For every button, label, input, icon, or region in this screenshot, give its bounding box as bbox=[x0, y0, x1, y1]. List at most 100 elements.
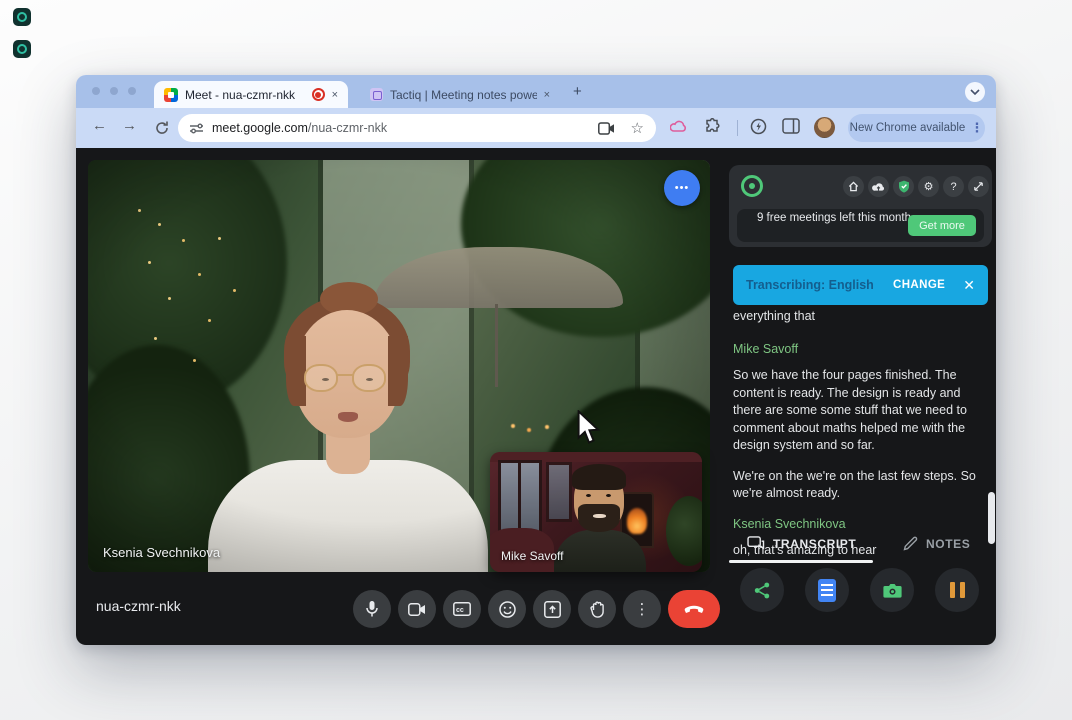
privacy-shield-button[interactable] bbox=[893, 176, 914, 197]
forward-button[interactable]: → bbox=[122, 117, 137, 134]
address-bar[interactable]: meet.google.com/nua-czmr-nkk ☆ bbox=[178, 114, 656, 142]
tactiq-extension-icon[interactable] bbox=[750, 118, 767, 135]
quota-card: 9 free meetings left this month Get more bbox=[737, 209, 984, 242]
back-button[interactable]: ← bbox=[92, 117, 107, 134]
chat-bubbles-icon bbox=[747, 536, 765, 551]
camera-icon bbox=[408, 603, 426, 616]
google-docs-icon bbox=[818, 579, 836, 602]
home-icon bbox=[848, 181, 859, 192]
home-button[interactable] bbox=[843, 176, 864, 197]
tab-notes[interactable]: NOTES bbox=[903, 536, 970, 551]
tactiq-header-card: ⚙ ? 9 free meetings left this month Get … bbox=[729, 165, 992, 247]
export-to-docs-button[interactable] bbox=[805, 568, 849, 612]
chrome-update-button[interactable]: New Chrome available ⋮ bbox=[848, 114, 985, 142]
tactiq-favicon-icon bbox=[370, 88, 383, 101]
tab-title: Tactiq | Meeting notes power bbox=[390, 88, 537, 102]
screenshot-button[interactable] bbox=[870, 568, 914, 612]
help-button[interactable]: ? bbox=[943, 176, 964, 197]
tactiq-sidebar: ⚙ ? 9 free meetings left this month Get … bbox=[725, 158, 996, 645]
reactions-button[interactable] bbox=[488, 590, 526, 628]
tab-tactiq[interactable]: Tactiq | Meeting notes power × bbox=[360, 81, 560, 108]
tactiq-chat-bubble-button[interactable]: ••• bbox=[664, 170, 700, 206]
app-glyph-icon bbox=[17, 44, 27, 54]
tab-meet[interactable]: Meet - nua-czmr-nkk × bbox=[154, 81, 348, 108]
screenshot-camera-icon bbox=[883, 583, 902, 598]
end-call-phone-icon bbox=[684, 605, 704, 614]
share-button[interactable] bbox=[740, 568, 784, 612]
reload-button[interactable] bbox=[154, 120, 170, 136]
pencil-icon bbox=[903, 536, 918, 551]
browser-menu-icon[interactable]: ⋮ bbox=[970, 120, 983, 136]
browser-toolbar: ← → meet.google.com/nua-czmr-nkk ☆ New C… bbox=[76, 108, 996, 148]
gear-icon: ⚙ bbox=[924, 180, 934, 193]
raise-hand-icon bbox=[590, 601, 605, 618]
pip-participant-mouth bbox=[593, 514, 606, 518]
url-path: /nua-czmr-nkk bbox=[308, 121, 387, 135]
room-window bbox=[498, 460, 542, 534]
close-banner-icon[interactable]: ✕ bbox=[963, 277, 975, 294]
tactiq-action-bar bbox=[725, 566, 996, 622]
pause-icon bbox=[950, 582, 965, 598]
share-icon bbox=[754, 582, 770, 599]
close-window-icon[interactable] bbox=[92, 87, 100, 95]
browser-window: Meet - nua-czmr-nkk × Tactiq | Meeting n… bbox=[76, 75, 996, 645]
pip-participant-hair bbox=[572, 464, 626, 490]
minimize-window-icon[interactable] bbox=[110, 87, 118, 95]
cloud-upload-icon bbox=[872, 182, 885, 192]
app-glyph-icon bbox=[17, 12, 27, 22]
captions-button[interactable]: cc bbox=[443, 590, 481, 628]
url-host: meet.google.com bbox=[212, 121, 308, 135]
raise-hand-button[interactable] bbox=[578, 590, 616, 628]
chevron-down-icon bbox=[970, 89, 980, 96]
question-mark-icon: ? bbox=[950, 181, 956, 193]
pip-video-tile[interactable]: Mike Savoff bbox=[490, 452, 702, 572]
microphone-button[interactable] bbox=[353, 590, 391, 628]
cloud-upload-button[interactable] bbox=[868, 176, 889, 197]
svg-text:cc: cc bbox=[456, 607, 464, 614]
mouse-cursor bbox=[576, 410, 602, 446]
more-options-button[interactable]: ⋮ bbox=[623, 590, 661, 628]
meet-page: ••• Ksenia Svechnikova Mike bbox=[76, 148, 996, 645]
camera-permission-icon[interactable] bbox=[598, 122, 615, 135]
site-settings-icon[interactable] bbox=[189, 121, 204, 136]
desktop-app-icon[interactable] bbox=[13, 40, 31, 58]
tab-transcript[interactable]: TRANSCRIPT bbox=[747, 536, 856, 551]
recording-indicator-icon bbox=[312, 88, 325, 101]
tab-transcript-label: TRANSCRIPT bbox=[773, 537, 856, 551]
update-label: New Chrome available bbox=[850, 122, 966, 134]
toolbar-divider bbox=[737, 120, 738, 136]
tab-search-chevron-button[interactable] bbox=[965, 82, 985, 102]
pip-participant-eye bbox=[606, 494, 611, 497]
tab-strip: Meet - nua-czmr-nkk × Tactiq | Meeting n… bbox=[76, 75, 996, 108]
maximize-window-icon[interactable] bbox=[128, 87, 136, 95]
tactiq-logo-icon bbox=[741, 175, 763, 197]
extension-pink-icon[interactable] bbox=[670, 119, 688, 134]
end-call-button[interactable] bbox=[668, 590, 720, 628]
profile-avatar[interactable] bbox=[814, 117, 835, 138]
participant-name-label: Ksenia Svechnikova bbox=[103, 545, 220, 560]
change-language-button[interactable]: CHANGE bbox=[893, 279, 945, 291]
url-text[interactable]: meet.google.com/nua-czmr-nkk bbox=[212, 121, 387, 135]
get-more-button[interactable]: Get more bbox=[908, 215, 976, 236]
room-window bbox=[546, 462, 572, 522]
transcript-line: everything that bbox=[733, 308, 985, 326]
window-controls[interactable] bbox=[92, 87, 136, 95]
present-screen-button[interactable] bbox=[533, 590, 571, 628]
transcribing-label: Transcribing: English bbox=[746, 278, 893, 292]
new-tab-button[interactable]: + bbox=[573, 83, 582, 100]
camera-button[interactable] bbox=[398, 590, 436, 628]
close-tab-icon[interactable]: × bbox=[544, 89, 550, 101]
desktop-app-icon[interactable] bbox=[13, 8, 31, 26]
bookmark-star-icon[interactable]: ☆ bbox=[631, 119, 644, 137]
microphone-icon bbox=[365, 600, 379, 618]
pip-name-label: Mike Savoff bbox=[501, 549, 563, 563]
pip-participant-beard bbox=[578, 504, 620, 532]
collapse-panel-button[interactable] bbox=[968, 176, 989, 197]
close-tab-icon[interactable]: × bbox=[332, 89, 338, 101]
side-panel-icon[interactable] bbox=[782, 118, 800, 134]
settings-button[interactable]: ⚙ bbox=[918, 176, 939, 197]
more-vertical-icon: ⋮ bbox=[635, 600, 650, 618]
desktop: { "icons": { "close": "×", "new_tab_plus… bbox=[0, 0, 1072, 720]
extensions-puzzle-icon[interactable] bbox=[704, 118, 721, 135]
pause-transcription-button[interactable] bbox=[935, 568, 979, 612]
